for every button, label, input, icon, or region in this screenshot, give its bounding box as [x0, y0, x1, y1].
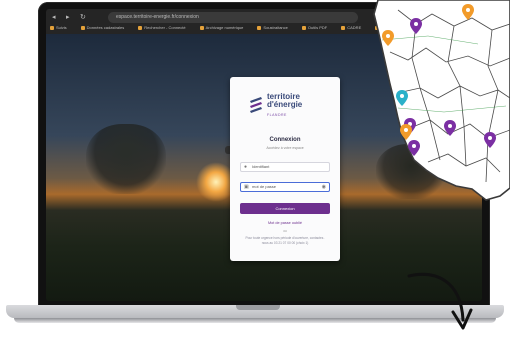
territory-map — [373, 0, 510, 201]
bookmark-item[interactable]: Archivage numérique — [199, 25, 251, 30]
login-button[interactable]: Connexion — [240, 203, 330, 214]
bookmark-item[interactable]: Données cadastrales — [80, 25, 132, 30]
bookmark-icon — [138, 25, 143, 30]
bookmark-label: Archivage numérique — [205, 25, 244, 30]
bookmark-label: Rechercher - Connecté — [144, 25, 186, 30]
address-bar[interactable]: espace.territoire-energie.fr/connexion — [108, 12, 358, 23]
bookmark-label: Soustraitance — [263, 25, 288, 30]
brand-logo: territoire d'énergie FLANDRE — [248, 91, 324, 119]
bookmark-icon — [199, 25, 204, 30]
map-territory-shape — [373, 0, 510, 201]
help-text: Pour toute urgence hors période d'ouvert… — [245, 236, 325, 245]
curved-arrow-icon — [407, 272, 473, 330]
user-icon: ● — [244, 164, 248, 170]
laptop-notch — [236, 305, 280, 310]
tree-left — [86, 124, 166, 194]
bookmark-label: Données cadastrales — [86, 25, 125, 30]
forgot-password-link[interactable]: Mot de passe oublié — [230, 221, 340, 225]
login-subtitle: Accédez à votre espace — [266, 146, 304, 150]
login-card: territoire d'énergie FLANDRE Connexion A… — [230, 77, 340, 261]
bookmark-icon — [301, 25, 306, 30]
logo-line-2: d'énergie — [267, 100, 303, 109]
back-icon[interactable]: ◂ — [52, 12, 56, 23]
bookmark-icon — [50, 25, 54, 30]
bookmark-label: Suivis — [56, 25, 67, 30]
login-title: Connexion — [269, 137, 301, 143]
bookmark-item[interactable]: Suivis — [50, 25, 74, 30]
forward-icon[interactable]: ▸ — [66, 12, 70, 23]
bookmark-icon — [80, 25, 85, 30]
bookmark-label: Outils PDF — [307, 25, 328, 30]
logo-mark-icon — [250, 97, 262, 113]
bookmark-item[interactable]: Rechercher - Connecté — [138, 25, 192, 30]
password-input[interactable]: ▣ mot de passe ◉ — [240, 182, 330, 192]
password-placeholder: mot de passe — [252, 184, 277, 189]
bookmark-icon — [341, 25, 346, 30]
bookmark-item[interactable]: CADRE — [341, 25, 368, 30]
logo-subtitle: FLANDRE — [267, 113, 287, 117]
bookmark-icon — [257, 25, 262, 30]
eye-icon[interactable]: ◉ — [322, 183, 326, 191]
bookmark-item[interactable]: Soustraitance — [257, 25, 294, 30]
lock-icon: ▣ — [244, 184, 249, 190]
bookmark-item[interactable]: Outils PDF — [301, 25, 334, 30]
or-separator: ou — [283, 229, 287, 233]
bookmark-label: CADRE — [347, 25, 362, 30]
reload-icon[interactable]: ↻ — [80, 12, 86, 23]
identifier-input[interactable]: ● Identifiant — [240, 162, 330, 172]
identifier-placeholder: Identifiant — [252, 164, 270, 169]
